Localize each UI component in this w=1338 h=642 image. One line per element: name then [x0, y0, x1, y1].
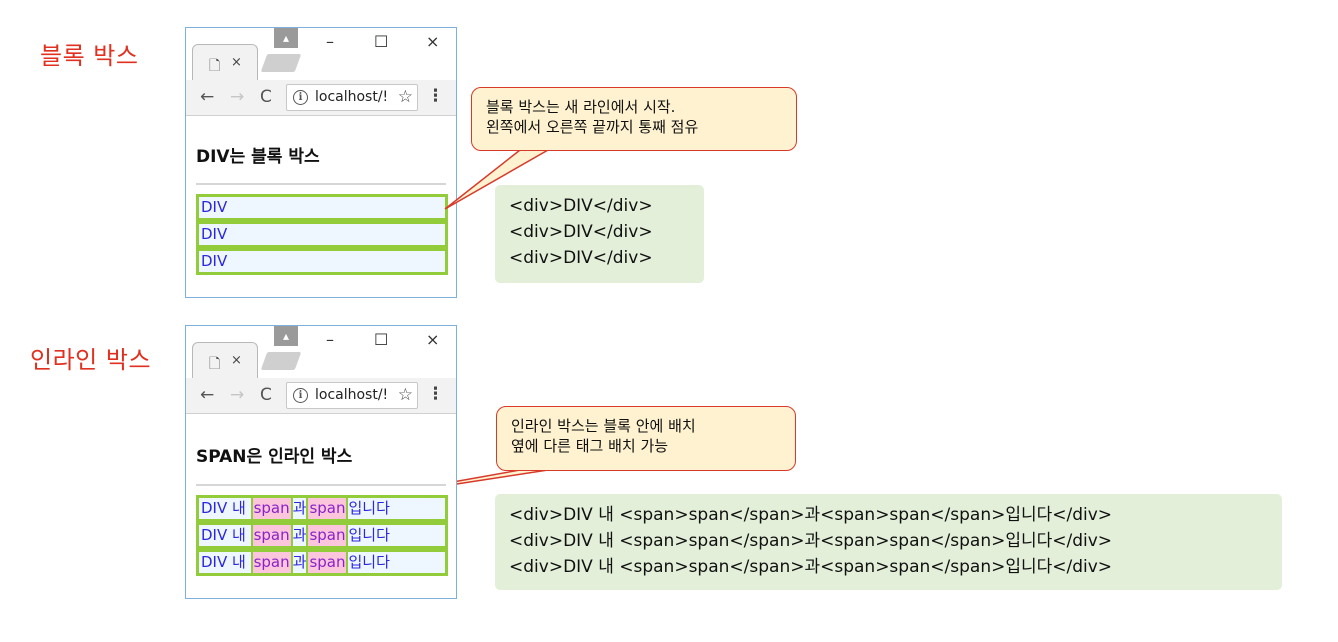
browser-toolbar: ← → C i localhost/! ☆ ⋮ — [186, 378, 456, 414]
page-content: SPAN은 인라인 박스 DIV 내 span 과 span 입니다 DIV 내 sp… — [186, 414, 456, 584]
forward-arrow-icon[interactable]: → — [230, 385, 244, 405]
tab-close-icon[interactable]: × — [231, 353, 242, 368]
bookmark-star-icon[interactable]: ☆ — [398, 385, 413, 405]
browser-window-inline: 🗋 × ▴ – ☐ × ← → C i localhost/! ☆ ⋮ SPAN… — [185, 325, 457, 599]
callout-line: 인라인 박스는 블록 안에 배치 — [511, 417, 696, 435]
profile-icon[interactable]: ▴ — [274, 326, 298, 346]
code-line: <div>DIV 내 <span>span</span>과<span>span<… — [509, 531, 1113, 551]
back-arrow-icon[interactable]: ← — [200, 385, 214, 405]
div-row: DIV 내 span 과 span 입니다 — [196, 522, 448, 549]
minimize-icon[interactable]: – — [326, 330, 334, 349]
code-line: <div>DIV 내 <span>span</span>과<span>span<… — [509, 557, 1113, 577]
callout-line: 왼쪽에서 오른쪽 끝까지 통째 점유 — [486, 118, 699, 136]
url-text: localhost/! — [315, 387, 389, 403]
callout-inline: 인라인 박스는 블록 안에 배치 옆에 다른 태그 배치 가능 — [496, 406, 796, 471]
close-window-icon[interactable]: × — [426, 330, 439, 349]
title-bar: 🗋 × ▴ – ☐ × — [186, 326, 456, 378]
code-line: <div>DIV</div> — [509, 248, 653, 268]
new-tab-button[interactable] — [260, 352, 302, 370]
row-text-pre: DIV 내 — [201, 553, 251, 571]
info-icon[interactable]: i — [293, 388, 308, 403]
page-heading: SPAN은 인라인 박스 — [196, 447, 353, 467]
address-bar[interactable]: i localhost/! ☆ — [286, 382, 418, 409]
inline-span: span — [250, 525, 293, 546]
code-line: <div>DIV</div> — [509, 222, 653, 242]
inline-span: span — [250, 552, 293, 573]
row-text-pre: DIV 내 — [201, 526, 251, 544]
section-label-inline: 인라인 박스 — [30, 346, 152, 374]
row-text-mid: 과 — [292, 526, 307, 544]
callout-line: 블록 박스는 새 라인에서 시작. — [486, 98, 676, 116]
row-text-mid: 과 — [292, 553, 307, 571]
maximize-icon[interactable]: ☐ — [374, 330, 388, 349]
code-block-inline: <div>DIV 내 <span>span</span>과<span>span<… — [495, 494, 1282, 590]
inline-span: span — [306, 498, 349, 519]
reload-icon[interactable]: C — [260, 385, 272, 405]
code-line: <div>DIV</div> — [509, 196, 653, 216]
row-text-pre: DIV 내 — [201, 499, 251, 517]
inline-span: span — [306, 525, 349, 546]
inline-span: span — [250, 498, 293, 519]
inline-span: span — [306, 552, 349, 573]
document-icon: 🗋 — [209, 356, 221, 372]
div-row: DIV 내 span 과 span 입니다 — [196, 549, 448, 576]
horizontal-rule — [196, 484, 446, 486]
row-text-post: 입니다 — [348, 526, 390, 544]
code-block-block: <div>DIV</div> <div>DIV</div> <div>DIV</… — [495, 185, 704, 283]
browser-tab[interactable]: 🗋 × — [192, 342, 258, 378]
div-row: DIV 내 span 과 span 입니다 — [196, 495, 448, 522]
menu-icon[interactable]: ⋮ — [427, 384, 444, 404]
row-text-post: 입니다 — [348, 499, 390, 517]
row-text-post: 입니다 — [348, 553, 390, 571]
row-text-mid: 과 — [292, 499, 307, 517]
callout-line: 옆에 다른 태그 배치 가능 — [511, 437, 669, 455]
callout-block: 블록 박스는 새 라인에서 시작. 왼쪽에서 오른쪽 끝까지 통째 점유 — [471, 87, 797, 151]
code-line: <div>DIV 내 <span>span</span>과<span>span<… — [509, 505, 1113, 525]
